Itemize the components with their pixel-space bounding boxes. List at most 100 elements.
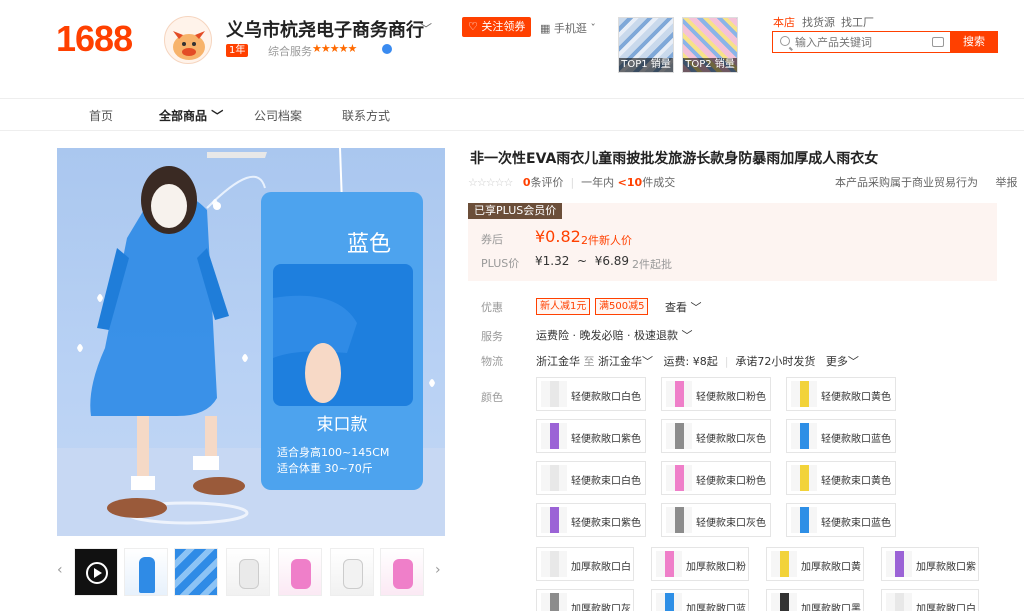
color-sku-option[interactable]: 轻便款敞口灰色	[661, 419, 771, 453]
color-sku-option[interactable]: 轻便款束口紫色	[536, 503, 646, 537]
sku-label: 加厚款敞口白	[571, 562, 631, 573]
thumb-image[interactable]	[330, 548, 374, 596]
ship-promise: 承诺72小时发货	[735, 355, 816, 368]
bull-mascot-icon	[173, 31, 205, 60]
camera-icon[interactable]	[932, 37, 944, 47]
thumb-video[interactable]	[74, 548, 118, 596]
plus-price-range: ¥1.32 ~ ¥6.89	[535, 254, 629, 268]
ship-to-select[interactable]: 浙江金华﹀	[598, 355, 653, 368]
color-sku-option[interactable]: 轻便款束口白色	[536, 461, 646, 495]
top-seller-thumb-1[interactable]: TOP1 销量	[618, 17, 674, 73]
mobile-label: 手机逛	[553, 22, 587, 35]
sku-label: 加厚款敞口蓝	[686, 604, 746, 611]
year-badge: 1年	[226, 44, 249, 57]
search-scope-factory[interactable]: 找工厂	[841, 14, 874, 30]
thumb-image[interactable]	[174, 548, 218, 596]
min-order: 2件起批	[632, 258, 672, 271]
color-sku-option[interactable]: 轻便款敞口蓝色	[786, 419, 896, 453]
thumb-image[interactable]	[226, 548, 270, 596]
service-text[interactable]: 运费险 · 晚发必赔 · 极速退款 ﹀	[536, 327, 692, 343]
sku-label: 加厚款敞口黄	[801, 562, 861, 573]
color-sku-option[interactable]: 加厚款敞口白	[536, 547, 634, 581]
chevron-left-icon[interactable]: ‹	[57, 562, 63, 578]
thumb-image[interactable]	[380, 548, 424, 596]
chevron-down-icon: ﹀	[642, 355, 653, 368]
service-items: 运费险 · 晚发必赔 · 极速退款	[536, 329, 678, 342]
sales-count: <10	[617, 176, 643, 189]
raincoat-child-illustration	[57, 148, 445, 536]
sku-swatch-image	[541, 381, 567, 407]
mobile-browse-link[interactable]: ▦ 手机逛 ˇ	[540, 20, 596, 36]
follow-coupon-button[interactable]: ♡ 关注领券	[462, 17, 532, 37]
thumb-graphic	[291, 559, 311, 589]
sku-swatch-image	[541, 551, 567, 577]
color-sku-option[interactable]: 轻便款敞口紫色	[536, 419, 646, 453]
chevron-down-icon[interactable]: ﹀	[420, 20, 432, 37]
color-sku-option[interactable]: 加厚款敞口紫	[881, 547, 979, 581]
service-stars: ★★★★★	[312, 42, 357, 55]
coupon-price: ¥0.82	[535, 227, 581, 246]
promo-tag-spend[interactable]: 满500减5	[595, 298, 649, 315]
color-sku-option[interactable]: 轻便款束口蓝色	[786, 503, 896, 537]
color-sku-option[interactable]: 加厚款敞口灰	[536, 589, 634, 611]
logistics-more-label: 更多	[825, 355, 848, 368]
color-sku-option[interactable]: 加厚款敞口蓝	[651, 589, 749, 611]
hero-style-title: 束口款	[316, 415, 368, 435]
chevron-right-icon[interactable]: ›	[435, 562, 441, 578]
sku-label: 轻便款束口黄色	[821, 476, 891, 487]
nav-home[interactable]: 首页	[89, 107, 113, 124]
color-sku-option[interactable]: 加厚款敞口黑	[766, 589, 864, 611]
plus-member-tag: 已享PLUS会员价	[468, 203, 563, 219]
service-label: 服务	[481, 330, 503, 343]
search-button[interactable]: 搜索	[950, 31, 998, 53]
thumbnail-strip: ‹ ›	[57, 548, 445, 598]
sku-swatch-image	[541, 507, 567, 533]
report-link[interactable]: 举报	[995, 176, 1017, 189]
sales-suffix: 件成交	[642, 176, 676, 189]
color-sku-option[interactable]: 轻便款敞口白色	[536, 377, 646, 411]
logistics-more[interactable]: 更多﹀	[826, 355, 859, 368]
search-box	[772, 31, 950, 53]
verified-icon[interactable]	[382, 44, 392, 54]
search-scope-source[interactable]: 找货源	[802, 14, 835, 30]
nav-company-profile[interactable]: 公司档案	[254, 107, 302, 124]
sku-label: 加厚款敞口粉	[686, 562, 746, 573]
chevron-down-icon: ﹀	[690, 301, 702, 314]
promo-tag-new-user[interactable]: 新人减1元	[536, 298, 591, 315]
main-product-image[interactable]: 蓝色 束口款 适合身高100~145CM 适合体重 30~70斤	[57, 148, 445, 536]
chevron-down-icon: ﹀	[847, 355, 859, 368]
shop-name[interactable]: 义乌市杭尧电子商务商行	[226, 16, 424, 42]
eval-label[interactable]: 条评价	[530, 176, 563, 189]
color-sku-option[interactable]: 轻便款束口粉色	[661, 461, 771, 495]
color-sku-option[interactable]: 加厚款敞口白	[881, 589, 979, 611]
sku-swatch-image	[541, 593, 567, 611]
nav-contact[interactable]: 联系方式	[342, 107, 390, 124]
color-sku-option[interactable]: 加厚款敞口黄	[766, 547, 864, 581]
color-sku-option[interactable]: 轻便款束口灰色	[661, 503, 771, 537]
offers-view-more[interactable]: 查看 ﹀	[665, 299, 702, 315]
top-seller-thumb-2[interactable]: TOP2 销量	[682, 17, 738, 73]
thumb-image[interactable]	[124, 548, 168, 596]
sku-label: 轻便款敞口粉色	[696, 392, 766, 403]
follow-label: 关注领券	[481, 20, 526, 33]
color-sku-option[interactable]: 轻便款束口黄色	[786, 461, 896, 495]
year-badge-text: 1年	[229, 45, 246, 56]
search-input[interactable]	[795, 34, 925, 50]
thumb-graphic	[139, 557, 155, 593]
hero-weight-line: 适合体重 30~70斤	[277, 462, 373, 475]
color-sku-option[interactable]: 轻便款敞口黄色	[786, 377, 896, 411]
thumb-image[interactable]	[278, 548, 322, 596]
nav-all-products[interactable]: 全部商品 ﹀	[159, 107, 223, 124]
sku-swatch-image	[791, 381, 817, 407]
color-sku-option[interactable]: 加厚款敞口粉	[651, 547, 749, 581]
chevron-down-icon: ﹀	[211, 109, 224, 123]
offers-label: 优惠	[481, 301, 503, 314]
rating-row: ☆☆☆☆☆ 0条评价 | 一年内 <10件成交	[468, 174, 675, 190]
ship-to: 浙江金华	[598, 355, 642, 368]
search-scope-shop[interactable]: 本店	[773, 14, 795, 30]
site-logo[interactable]: 1688	[56, 18, 133, 60]
shop-avatar[interactable]	[164, 16, 212, 64]
color-sku-option[interactable]: 轻便款敞口粉色	[661, 377, 771, 411]
nav-all-products-label: 全部商品	[159, 109, 208, 123]
plus-price-label: PLUS价	[481, 257, 520, 270]
